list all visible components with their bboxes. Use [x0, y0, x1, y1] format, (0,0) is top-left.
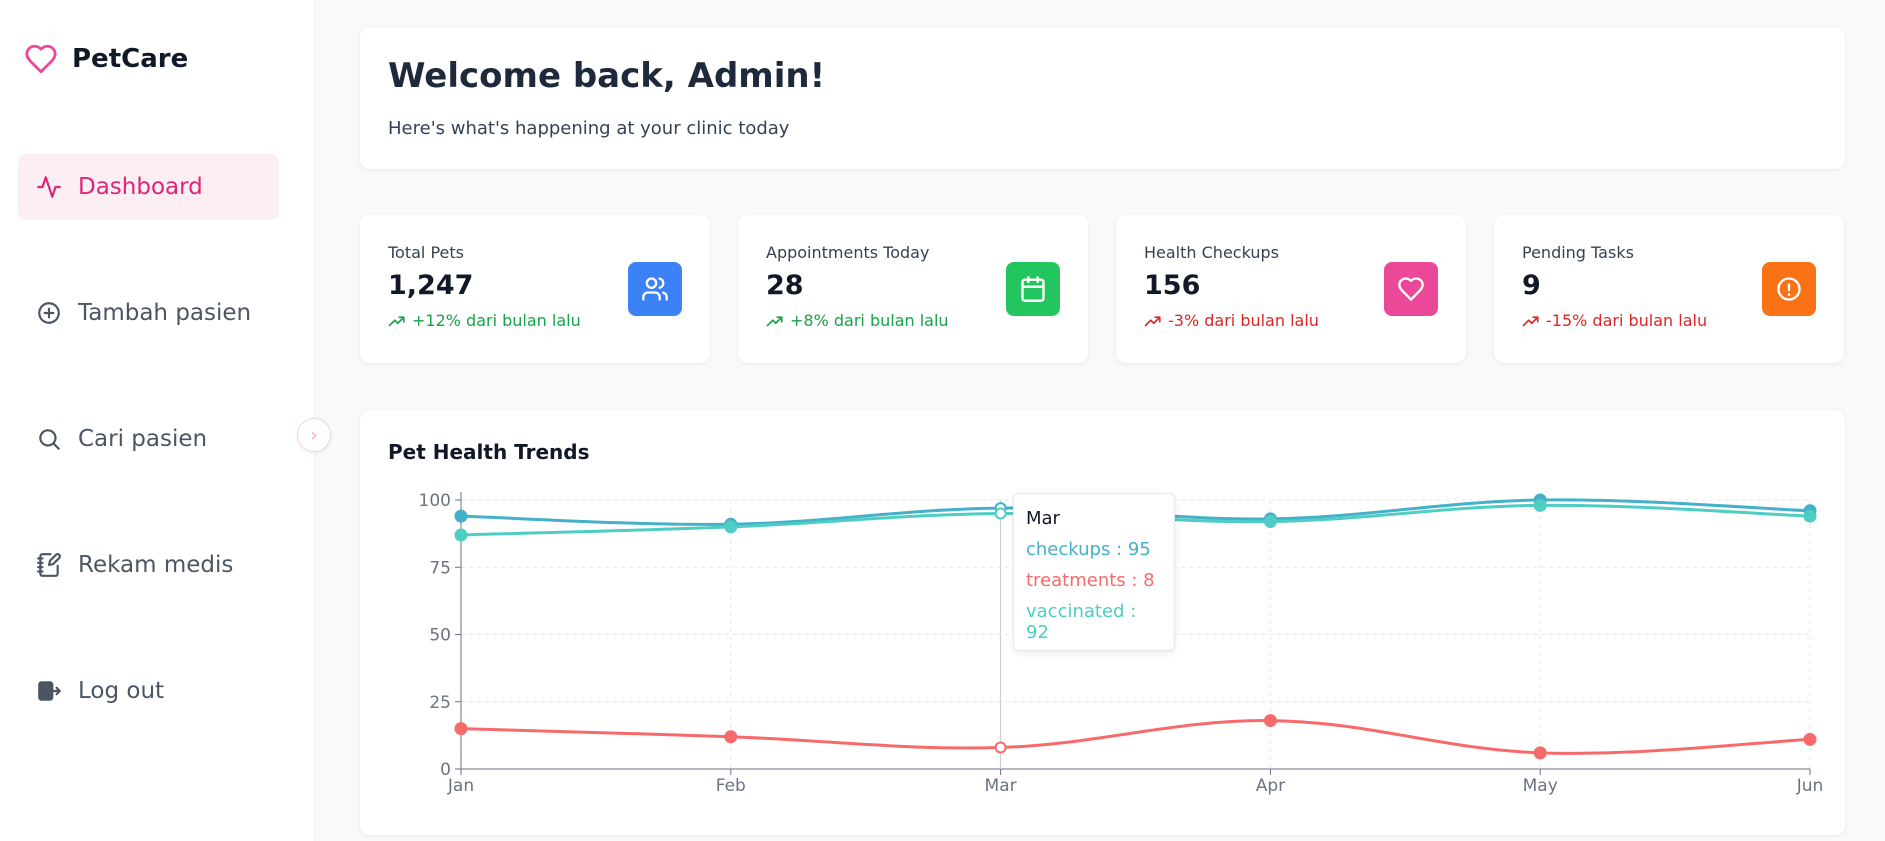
stat-trend-text: -15% dari bulan lalu [1546, 311, 1708, 330]
sidebar-item-dashboard[interactable]: Dashboard [18, 154, 279, 220]
stat-title: Total Pets [388, 243, 464, 262]
stat-title: Health Checkups [1144, 243, 1279, 262]
tooltip-line-vaccinated: vaccinated : 92 [1026, 601, 1137, 643]
page-title: Welcome back, Admin! [388, 56, 826, 96]
stat-trend-text: -3% dari bulan lalu [1168, 311, 1319, 330]
sidebar-item-label: Dashboard [78, 174, 203, 200]
sidebar-item-label: Tambah pasien [78, 300, 252, 326]
sidebar: PetCare Dashboard Tambah pasien Cari pas… [0, 0, 331, 841]
page-subtitle: Here's what's happening at your clinic t… [388, 118, 790, 139]
stat-icon-badge [628, 262, 682, 316]
welcome-card: Welcome back, Admin! Here's what's happe… [360, 28, 1845, 169]
trending-down-icon [1144, 315, 1161, 326]
sidebar-item-label: Cari pasien [78, 426, 208, 452]
search-icon [39, 429, 60, 450]
stat-card-health-checkups: Health Checkups 156 -3% dari bulan lalu [1116, 215, 1466, 363]
stat-trend-text: +8% dari bulan lalu [790, 311, 949, 330]
trending-up-icon [388, 315, 405, 326]
stat-icon-badge [1762, 262, 1816, 316]
sidebar-item-cari-pasien[interactable]: Cari pasien [18, 406, 279, 472]
sidebar-item-tambah-pasien[interactable]: Tambah pasien [18, 280, 279, 346]
heart-icon [1398, 277, 1424, 301]
notebook-pen-icon [37, 553, 61, 577]
calendar-icon [1021, 276, 1045, 302]
users-icon [642, 277, 668, 301]
plus-circle-icon [38, 302, 60, 324]
chevron-right-icon: › [310, 424, 318, 446]
chart-tooltip: Mar checkups : 95 treatments : 8 vaccina… [1013, 493, 1175, 651]
stat-title: Appointments Today [766, 243, 930, 262]
app-name: PetCare [72, 44, 189, 74]
stat-title: Pending Tasks [1522, 243, 1634, 262]
stat-icon-badge [1384, 262, 1438, 316]
stat-card-pending-tasks: Pending Tasks 9 -15% dari bulan lalu [1494, 215, 1844, 363]
stat-trend-text: +12% dari bulan lalu [412, 311, 581, 330]
chart-title: Pet Health Trends [388, 440, 590, 464]
sidebar-item-rekam-medis[interactable]: Rekam medis [18, 532, 279, 598]
tooltip-line-checkups: checkups : 95 [1026, 539, 1151, 560]
tooltip-label: Mar [1026, 508, 1060, 529]
stat-card-total-pets: Total Pets 1,247 +12% dari bulan lalu [360, 215, 710, 363]
trending-down-icon [1522, 315, 1539, 326]
sidebar-item-label: Rekam medis [78, 552, 234, 578]
sidebar-item-label: Log out [78, 678, 165, 704]
heart-logo-icon [25, 44, 57, 74]
tooltip-line-treatments: treatments : 8 [1026, 570, 1155, 591]
sidebar-item-log-out[interactable]: Log out [18, 658, 279, 724]
stat-card-appointments-today: Appointments Today 28 +8% dari bulan lal… [738, 215, 1088, 363]
trending-up-icon [766, 315, 783, 326]
alert-circle-icon [1777, 277, 1801, 301]
logout-icon [38, 681, 61, 701]
app-logo[interactable]: PetCare [24, 42, 188, 76]
activity-icon [37, 176, 61, 198]
sidebar-toggle-button[interactable]: › [297, 418, 331, 452]
stat-icon-badge [1006, 262, 1060, 316]
